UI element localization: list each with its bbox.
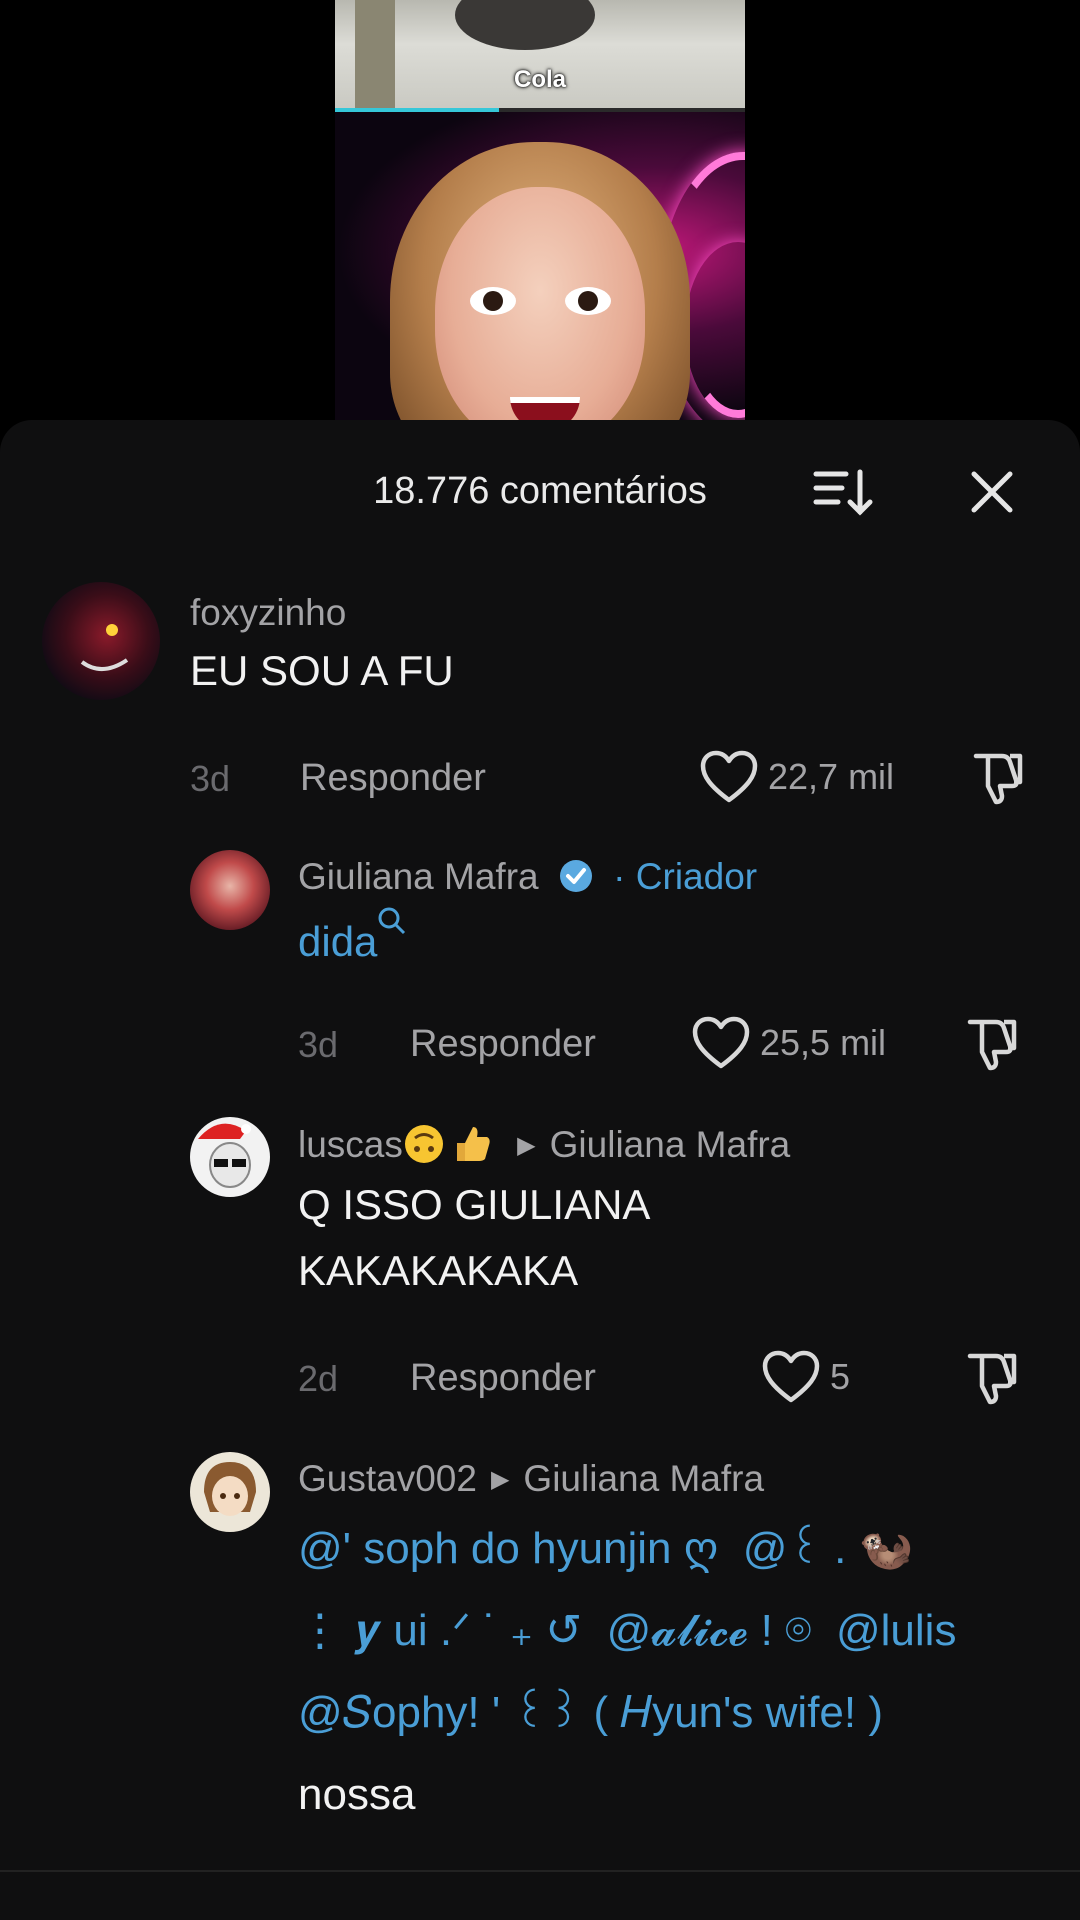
verified-badge-icon	[559, 860, 592, 892]
like-button[interactable]: 5	[762, 1350, 850, 1404]
reply-button[interactable]: Responder	[410, 1023, 596, 1066]
video-preview[interactable]: Cola	[335, 0, 745, 420]
avatar[interactable]	[190, 1117, 270, 1197]
like-button[interactable]: 25,5 mil	[692, 1016, 886, 1070]
comment-time: 3d	[190, 758, 231, 799]
reply-arrow-icon: ▶	[517, 1132, 536, 1159]
reply-button[interactable]: Responder	[410, 1357, 596, 1400]
comment-text-line: KAKAKAKAKA	[298, 1247, 579, 1294]
mention-link[interactable]: ⋮ 𝒚 ui .ᐟ ˙ ₊ ↺	[298, 1606, 582, 1655]
reply-button[interactable]: Responder	[300, 757, 486, 800]
heart-icon	[762, 1350, 820, 1403]
mention-link[interactable]: @' soph do hyunjin ღ	[298, 1524, 718, 1573]
reply-arrow-icon: ▶	[490, 1466, 510, 1493]
comment-text: EU SOU A FU	[190, 647, 454, 694]
like-button[interactable]: 22,7 mil	[700, 750, 894, 804]
comment-text-line: Q ISSO GIULIANA	[298, 1181, 651, 1228]
search-icon[interactable]	[377, 906, 407, 936]
comment-username[interactable]: Gustav002 ▶ Giuliana Mafra	[298, 1458, 764, 1500]
comment-username[interactable]: Giuliana Mafra · Criador	[298, 856, 757, 898]
comment-text: Q ISSO GIULIANA KAKAKAKAKA	[298, 1172, 650, 1304]
dislike-icon[interactable]	[964, 1016, 1020, 1072]
avatar[interactable]	[42, 582, 160, 700]
heart-icon	[692, 1016, 750, 1069]
creator-face	[435, 187, 645, 420]
mention-link[interactable]: @lulis	[836, 1606, 956, 1655]
comment-text: @' soph do hyunjin ღ @꒰ . 🦦 ⋮ 𝒚 ui .ᐟ ˙ …	[298, 1508, 956, 1836]
creator-label: · Criador	[613, 856, 758, 897]
video-frame	[335, 112, 745, 420]
dislike-icon[interactable]	[970, 750, 1026, 806]
upside-down-face-emoji-icon	[404, 1125, 443, 1163]
avatar[interactable]	[190, 1452, 270, 1532]
comment-time: 3d	[298, 1024, 339, 1065]
mention-link[interactable]: @𝓪𝓵𝓲𝓬𝓮 ! ⌾	[607, 1606, 812, 1655]
avatar[interactable]	[190, 850, 270, 930]
comment-username[interactable]: foxyzinho	[190, 592, 346, 634]
comments-sheet: 18.776 comentários foxyzinho EU SOU A FU…	[0, 420, 1080, 1920]
heart-icon	[700, 750, 758, 803]
close-icon[interactable]	[966, 466, 1018, 518]
like-count: 5	[830, 1356, 851, 1397]
mention-link[interactable]: @꒰ . 🦦	[743, 1524, 914, 1573]
like-count: 25,5 mil	[760, 1022, 887, 1063]
dislike-icon[interactable]	[964, 1350, 1020, 1406]
comment-text-line: nossa	[298, 1770, 416, 1819]
comment-text: dida	[298, 906, 407, 975]
thumbs-up-emoji-icon	[456, 1127, 490, 1161]
comment-time: 2d	[298, 1358, 339, 1399]
divider	[0, 1870, 1080, 1872]
comments-count-title: 18.776 comentários	[373, 470, 707, 512]
sort-icon[interactable]	[812, 466, 876, 518]
like-count: 22,7 mil	[768, 756, 895, 797]
video-caption: Cola	[513, 66, 566, 93]
mention-link[interactable]: @𝑆ophy! ' ꒰꒱ ( 𝐻yun's wife! )	[298, 1688, 883, 1737]
comment-username[interactable]: luscas ▶ Giuliana Mafra	[298, 1123, 790, 1166]
